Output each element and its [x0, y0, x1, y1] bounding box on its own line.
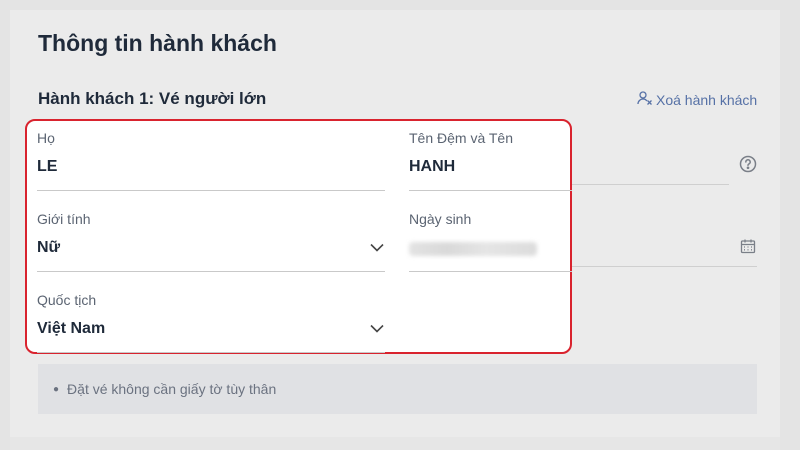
- gender-underline: [37, 271, 385, 272]
- first-name-underline-ext: [572, 184, 729, 185]
- first-name-value[interactable]: HANH: [409, 158, 572, 178]
- birthdate-underline: [409, 271, 572, 272]
- birthdate-value-blurred[interactable]: [409, 239, 572, 259]
- nationality-underline: [37, 352, 385, 353]
- birthdate-underline-ext: [572, 266, 757, 267]
- question-circle-icon[interactable]: [739, 155, 757, 178]
- first-name-underline: [409, 190, 572, 191]
- next-section-strip: [10, 437, 780, 450]
- nationality-select[interactable]: Quốc tịch Việt Nam: [37, 292, 385, 353]
- last-name-field[interactable]: Họ LE: [37, 130, 385, 191]
- notice-text: Đặt vé không cần giấy tờ tùy thân: [67, 381, 277, 397]
- passenger-heading: Hành khách 1: Vé người lớn: [38, 89, 267, 108]
- birthdate-field[interactable]: Ngày sinh: [409, 211, 572, 272]
- last-name-value[interactable]: LE: [37, 158, 385, 178]
- last-name-underline: [37, 190, 385, 191]
- chevron-down-icon[interactable]: [370, 324, 384, 333]
- nationality-label: Quốc tịch: [37, 292, 97, 308]
- chevron-down-icon[interactable]: [370, 243, 384, 252]
- nationality-value[interactable]: Việt Nam: [37, 320, 385, 340]
- remove-passenger-button[interactable]: Xoá hành khách: [637, 90, 757, 109]
- remove-passenger-label: Xoá hành khách: [656, 91, 758, 108]
- gender-label: Giới tính: [37, 211, 91, 227]
- page-title: Thông tin hành khách: [38, 30, 277, 56]
- last-name-label: Họ: [37, 130, 55, 146]
- gender-select[interactable]: Giới tính Nữ: [37, 211, 385, 272]
- user-remove-icon: [637, 90, 653, 109]
- bullet: ●: [53, 383, 60, 395]
- first-name-field[interactable]: Tên Đệm và Tên HANH: [409, 130, 572, 191]
- id-notice: ● Đặt vé không cần giấy tờ tùy thân: [38, 364, 757, 414]
- gender-value[interactable]: Nữ: [37, 239, 385, 259]
- calendar-icon[interactable]: [740, 238, 756, 259]
- birthdate-label: Ngày sinh: [409, 211, 472, 227]
- first-name-label: Tên Đệm và Tên: [409, 130, 514, 146]
